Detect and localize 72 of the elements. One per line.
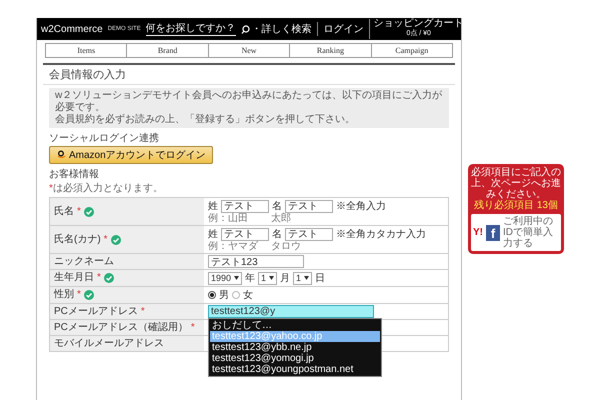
field-label: モバイルメールアドレス bbox=[54, 338, 164, 350]
amazon-login-button[interactable]: Amazonアカウントでログイン bbox=[49, 146, 213, 164]
field-prefix: 名 bbox=[272, 200, 282, 212]
radio-button[interactable] bbox=[232, 291, 240, 299]
required-mark: * bbox=[140, 306, 145, 318]
dropdown-arrow-icon bbox=[269, 276, 274, 280]
input-field[interactable]: testtest123@y bbox=[208, 305, 374, 318]
section-heading: ソーシャルログイン連携 bbox=[49, 132, 160, 145]
unit-label: 月 bbox=[280, 272, 290, 285]
required-mark: * bbox=[104, 234, 108, 246]
cart-link[interactable]: ショッピングカート bbox=[374, 19, 464, 29]
nav-tab[interactable]: Items bbox=[46, 44, 126, 57]
nav-tab[interactable]: Ranking bbox=[289, 44, 371, 57]
yahoo-icon[interactable]: Y! bbox=[473, 227, 483, 238]
nav-tab[interactable]: Brand bbox=[126, 44, 208, 57]
input-field[interactable]: テスト bbox=[221, 200, 269, 212]
select-field[interactable]: 1 bbox=[293, 272, 312, 284]
site-logo[interactable]: w2Commerce bbox=[41, 24, 103, 34]
required-mark: * bbox=[190, 322, 195, 334]
nav-tab[interactable]: Campaign bbox=[370, 44, 452, 57]
section-heading: お客様情報 bbox=[49, 168, 100, 181]
dropdown-arrow-icon bbox=[304, 276, 310, 280]
required-mark: * bbox=[97, 272, 101, 284]
banner-message: 必須項目にご記入の上、次ページへお進みください。 bbox=[471, 167, 561, 200]
field-hint: ※全角入力 bbox=[336, 200, 386, 213]
page-title: 会員情報の入力 bbox=[43, 65, 455, 85]
nav-tab[interactable]: New bbox=[208, 44, 290, 57]
remaining-count: 残り必須項目 13個 bbox=[473, 200, 559, 211]
field-label: 氏名(カナ) bbox=[54, 234, 101, 246]
field-prefix: 姓 bbox=[208, 228, 218, 241]
example-text: 例：ヤマダ bbox=[208, 241, 260, 252]
example-text: タロウ bbox=[271, 241, 302, 252]
login-link[interactable]: ログイン bbox=[316, 22, 364, 36]
select-field[interactable]: 1990 bbox=[208, 272, 242, 284]
radio-label: 女 bbox=[243, 289, 253, 302]
search-field[interactable]: 何をお探しですか？ bbox=[146, 22, 236, 36]
menu-item[interactable]: testtest123@yomogi.jp bbox=[210, 353, 380, 364]
required-mark: * bbox=[77, 206, 81, 218]
required-mark: * bbox=[49, 183, 53, 194]
logo-icon bbox=[56, 150, 66, 160]
field-label: PCメールアドレス bbox=[54, 306, 138, 318]
search-icon[interactable] bbox=[240, 24, 250, 34]
field-hint: ※全角カタカナ入力 bbox=[336, 228, 426, 241]
field-prefix: 名 bbox=[272, 228, 282, 241]
field-label: 性別 bbox=[54, 289, 74, 301]
field-label: PCメールアドレス（確認用） bbox=[54, 322, 188, 334]
select-field[interactable]: 1 bbox=[258, 272, 278, 284]
radio-label: 男 bbox=[219, 289, 229, 302]
input-field[interactable]: テスト123 bbox=[208, 255, 304, 268]
field-label: 生年月日 bbox=[54, 272, 94, 284]
unit-label: 日 bbox=[315, 272, 326, 285]
field-label: 氏名 bbox=[54, 206, 74, 218]
menu-item[interactable]: testtest123@youngpostman.net bbox=[210, 364, 380, 375]
field-prefix: 姓 bbox=[208, 200, 218, 213]
dropdown-arrow-icon bbox=[234, 276, 240, 280]
input-field[interactable]: テスト bbox=[285, 228, 333, 240]
unit-label: 年 bbox=[245, 272, 256, 285]
input-field[interactable]: テスト bbox=[221, 228, 269, 240]
required-mark: * bbox=[77, 289, 81, 301]
facebook-icon[interactable]: f bbox=[486, 224, 500, 240]
social-login-link[interactable]: ご利用中のIDで簡単入力する bbox=[503, 216, 559, 249]
example-text: 例：山田 bbox=[208, 213, 249, 224]
field-label: ニックネーム bbox=[54, 256, 114, 268]
input-field[interactable]: テスト bbox=[285, 200, 333, 212]
radio-button[interactable] bbox=[208, 291, 216, 299]
notice-text: w２ソリューションデモサイト会員へのお申込みにあたっては、以下の項目にご入力が必要です。 bbox=[55, 90, 443, 114]
required-note: は必須入力となります。 bbox=[52, 183, 163, 194]
example-text: 太郎 bbox=[271, 213, 292, 224]
advanced-search-link[interactable]: ・詳しく検索 bbox=[240, 22, 312, 36]
menu-header: おしだして… bbox=[211, 320, 273, 331]
notice-text: 会員規約を必ずお読みの上、「登録する」ボタンを押して下さい。 bbox=[55, 114, 356, 126]
menu-item[interactable]: testtest123@ybb.ne.jp bbox=[210, 342, 380, 353]
